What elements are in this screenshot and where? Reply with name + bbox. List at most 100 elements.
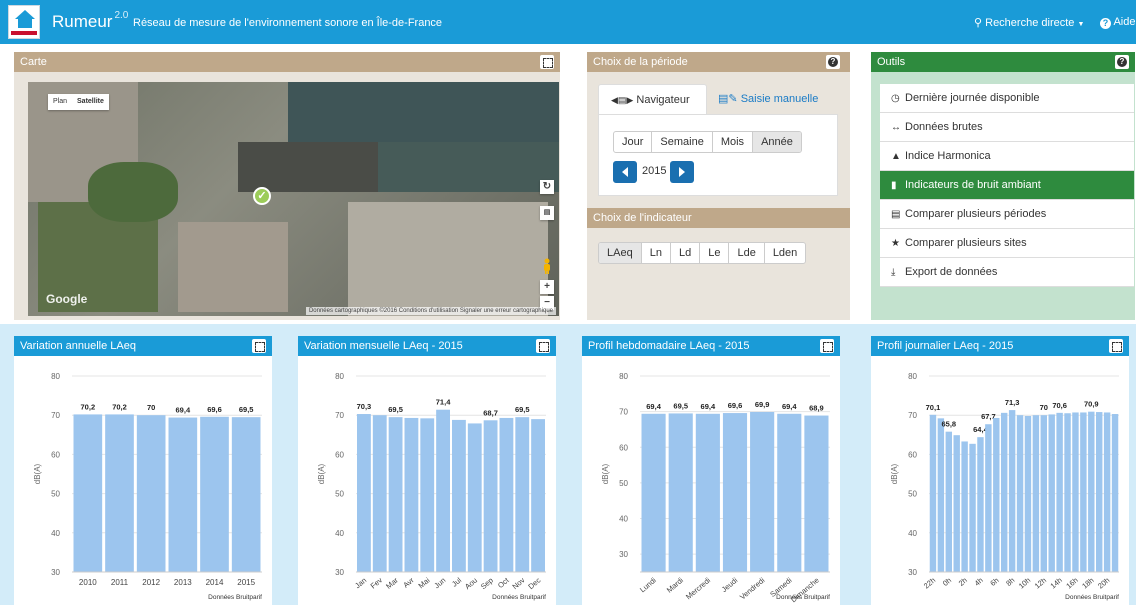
- tilt-icon[interactable]: ▤: [540, 206, 554, 220]
- zoom-in-icon[interactable]: +: [540, 280, 554, 294]
- bar: [668, 413, 693, 572]
- tool-compare-periods[interactable]: ▤ Comparer plusieurs périodes: [880, 200, 1134, 229]
- map-type-toggle[interactable]: Plan Satellite: [48, 94, 109, 110]
- search-icon: ⚲: [974, 17, 983, 29]
- indicator-ld[interactable]: Ld: [671, 243, 701, 263]
- tool-export[interactable]: ⤓ Export de données: [880, 258, 1134, 287]
- bar: [804, 415, 829, 572]
- y-tick-label: 70: [335, 411, 344, 420]
- data-label: 70,9: [1084, 400, 1099, 409]
- caret-down-icon: ▼: [1077, 21, 1085, 28]
- map-tab-plan[interactable]: Plan: [48, 94, 72, 110]
- chart-panel-daily: Profil journalier LAeq - 2015 30 40 50 60 70…: [852, 324, 1136, 605]
- indicator-ln[interactable]: Ln: [642, 243, 671, 263]
- expand-icon[interactable]: [252, 339, 266, 353]
- bar: [1096, 412, 1103, 572]
- bar: [420, 418, 435, 572]
- bar: [452, 419, 466, 572]
- bar: [168, 417, 198, 572]
- x-tick-label: 2014: [206, 578, 224, 587]
- rumeur-logo[interactable]: [8, 5, 40, 39]
- map-tab-satellite[interactable]: Satellite: [72, 94, 109, 110]
- help-icon[interactable]: [826, 55, 840, 69]
- calendar-icon: ▤: [891, 209, 901, 220]
- top-navbar: Rumeur 2.0 Réseau de mesure de l'environn…: [0, 0, 1136, 44]
- app-brand[interactable]: Rumeur 2.0: [52, 10, 128, 32]
- map-credits[interactable]: Données cartographiques ©2016 Conditions…: [305, 307, 556, 315]
- period-tab-navigator[interactable]: ◀▤▶ Navigateur: [598, 84, 707, 114]
- expand-icon[interactable]: [536, 339, 550, 353]
- tool-label: Indicateurs de bruit ambiant: [905, 179, 1041, 191]
- period-panel-header: Choix de la période: [587, 52, 850, 72]
- bar: [953, 435, 960, 572]
- x-tick-label: Mar: [384, 575, 400, 591]
- indicator-lden[interactable]: Lden: [765, 243, 805, 263]
- next-year-button[interactable]: [670, 161, 694, 183]
- expand-icon[interactable]: [1109, 339, 1123, 353]
- granularity-jour[interactable]: Jour: [614, 132, 653, 152]
- bar: [929, 414, 937, 572]
- y-axis-label: dB(A): [601, 463, 610, 484]
- indicator-panel-header: Choix de l'indicateur: [587, 208, 850, 228]
- indicator-laeq[interactable]: LAeq: [599, 243, 642, 263]
- bar: [969, 443, 976, 572]
- granularity-annee[interactable]: Année: [753, 132, 801, 152]
- x-tick-label: Mai: [416, 575, 431, 590]
- bar: [436, 409, 450, 572]
- expand-icon[interactable]: [540, 55, 554, 69]
- y-tick-label: 80: [51, 372, 60, 381]
- tool-label: Export de données: [905, 266, 998, 278]
- arrows-h-icon: ↔: [891, 122, 901, 133]
- tools-panel-header: Outils: [871, 52, 1135, 72]
- y-tick-label: 80: [619, 372, 628, 381]
- indicator-lde[interactable]: Lde: [729, 243, 765, 263]
- x-tick-label: 16h: [1064, 576, 1079, 591]
- granularity-mois[interactable]: Mois: [713, 132, 754, 152]
- triangle-icon: ▲: [891, 151, 901, 162]
- chart-panel-weekly: Profil hebdomadaire LAeq - 2015 30 40 50 60…: [568, 324, 852, 605]
- y-tick-label: 70: [908, 411, 917, 420]
- y-tick-label: 30: [335, 568, 344, 577]
- tool-ambient-noise[interactable]: ▮ Indicateurs de bruit ambiant: [880, 171, 1134, 200]
- help-link[interactable]: ? Aide: [1100, 16, 1135, 29]
- chart-header: Variation mensuelle LAeq - 2015: [298, 336, 556, 356]
- clock-icon: ◷: [891, 93, 900, 104]
- help-icon[interactable]: [1115, 55, 1129, 69]
- previous-year-button[interactable]: [613, 161, 637, 183]
- x-tick-label: 2013: [174, 578, 192, 587]
- chart-credit: Données Bruitparif: [1065, 594, 1119, 601]
- y-tick-label: 30: [908, 568, 917, 577]
- bar: [695, 413, 720, 572]
- period-tab-manual[interactable]: ▤✎ Saisie manuelle: [718, 84, 818, 114]
- bar: [105, 414, 134, 572]
- period-tab-navigator-label: Navigateur: [636, 94, 690, 106]
- y-tick-label: 50: [619, 479, 628, 488]
- station-marker-icon[interactable]: ✓: [253, 187, 271, 205]
- x-tick-label: Mardi: [665, 575, 685, 594]
- data-label: 65,8: [941, 420, 956, 429]
- satellite-map[interactable]: Plan Satellite ✓ ↻ ▤ + − Google Données c…: [28, 82, 559, 316]
- bar: [372, 415, 387, 572]
- indicator-le[interactable]: Le: [700, 243, 730, 263]
- y-axis-label: dB(A): [33, 463, 42, 484]
- chart-title: Variation mensuelle LAeq - 2015: [304, 340, 463, 352]
- tool-raw-data[interactable]: ↔ Données brutes: [880, 113, 1134, 142]
- tool-harmonica[interactable]: ▲ Indice Harmonica: [880, 142, 1134, 171]
- pegman-icon[interactable]: [542, 258, 552, 274]
- tools-panel: Outils ◷ Dernière journée disponible ↔ Don…: [871, 52, 1135, 320]
- search-dropdown[interactable]: ⚲ Recherche directe ▼: [974, 16, 1084, 29]
- expand-icon[interactable]: [820, 339, 834, 353]
- tool-compare-sites[interactable]: ★ Comparer plusieurs sites: [880, 229, 1134, 258]
- download-icon: ⤓: [891, 267, 896, 278]
- x-tick-label: Avr: [401, 575, 416, 589]
- tool-last-day[interactable]: ◷ Dernière journée disponible: [880, 84, 1134, 113]
- indicator-panel-title: Choix de l'indicateur: [593, 212, 692, 224]
- y-tick-label: 40: [619, 515, 628, 524]
- tool-label: Dernière journée disponible: [905, 92, 1040, 104]
- x-tick-label: Fev: [369, 575, 385, 590]
- rotate-icon[interactable]: ↻: [540, 180, 554, 194]
- data-label: 71,4: [436, 398, 451, 407]
- granularity-button-group: Jour Semaine Mois Année: [613, 131, 802, 153]
- granularity-semaine[interactable]: Semaine: [652, 132, 713, 152]
- bar: [1103, 412, 1111, 572]
